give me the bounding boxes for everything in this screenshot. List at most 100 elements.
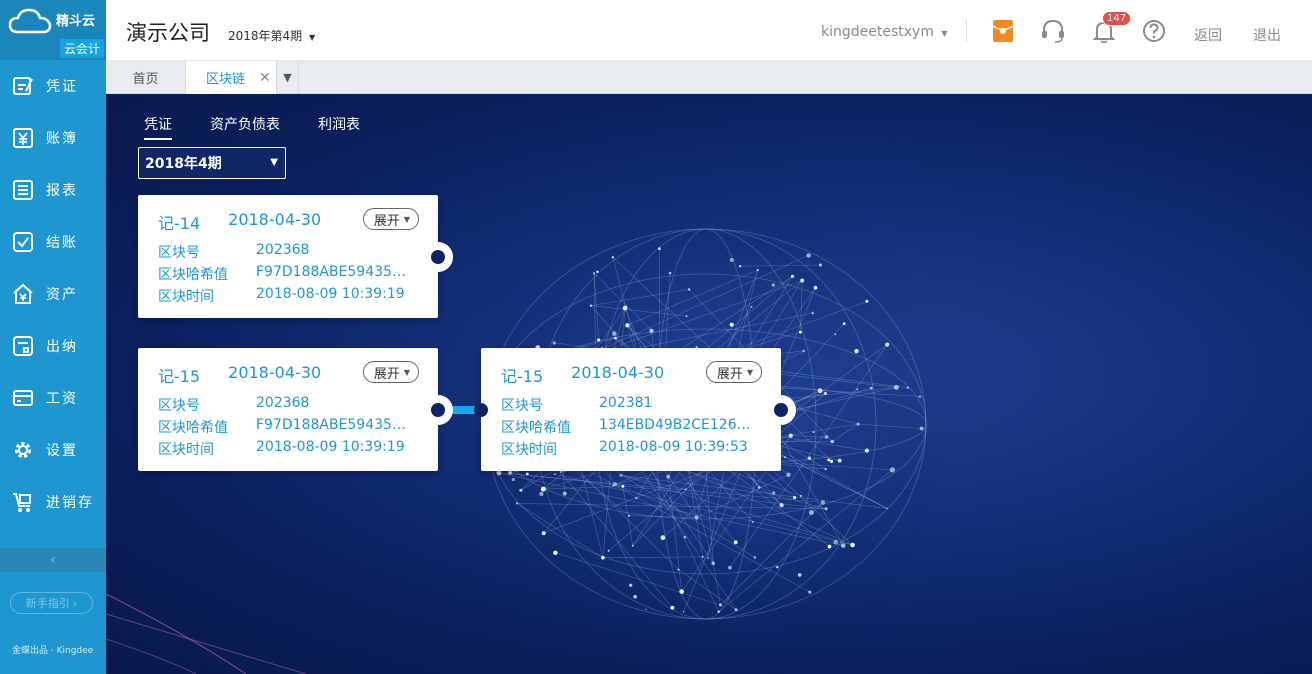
sidebar-item-label: 结账 (46, 235, 78, 251)
block-number: 202368 (256, 242, 310, 258)
sidebar-item-label: 报表 (46, 183, 78, 199)
sidebar-item-ledger[interactable]: 账簿 (0, 112, 106, 164)
field-label: 区块时间 (158, 289, 214, 305)
logo-badge: 云会计 (59, 39, 104, 58)
salary-icon (13, 390, 33, 406)
expand-button[interactable]: 展开 ▼ (705, 361, 762, 383)
sidebar-item-voucher[interactable]: 凭证 (0, 60, 106, 112)
sidebar-item-cashier[interactable]: 出纳 (0, 320, 106, 372)
block-time-row: 区块时间 2018-08-09 10:39:53 (501, 439, 759, 459)
subtab-balance-sheet[interactable]: 资产负债表 (210, 114, 280, 140)
sidebar-item-inventory[interactable]: 进销存 (0, 476, 106, 528)
logo-text: 精斗云 (56, 14, 96, 29)
block-card: 记-15 2018-04-30 展开 ▼ 区块号 202368 区块哈希值 F9… (138, 348, 438, 471)
sidebar-item-report[interactable]: 报表 (0, 164, 106, 216)
voucher-icon (13, 77, 33, 95)
voucher-date: 2018-04-30 (571, 363, 665, 382)
gear-icon (15, 442, 31, 458)
sidebar-item-asset[interactable]: 资产 (0, 268, 106, 320)
period-label: 2018年第4期 (228, 29, 303, 43)
brand-footer: 金蝶出品 · Kingdee (12, 646, 94, 656)
app-logo[interactable]: 精斗云 云会计 (0, 0, 106, 60)
card-header: 记-15 2018-04-30 (501, 363, 664, 387)
chain-node (423, 395, 453, 425)
asset-icon (13, 283, 33, 304)
period-select-value: 2018年4期 (145, 156, 222, 172)
top-header: 演示公司 2018年第4期 ▼ kingdeetestxym ▼ 147 返回 … (106, 0, 1312, 61)
tab-blockchain[interactable]: 区块链 ✕ (185, 61, 277, 94)
field-label: 区块时间 (158, 442, 214, 458)
tab-home[interactable]: 首页 (106, 61, 185, 94)
block-hash-row: 区块哈希值 134EBD49B2CE1260C... (501, 417, 759, 437)
period-dropdown[interactable]: 2018年第4期 ▼ (228, 27, 315, 44)
block-time-row: 区块时间 2018-08-09 10:39:19 (158, 286, 416, 306)
block-hash: F97D188ABE59435D8... (256, 417, 416, 433)
subtab-voucher[interactable]: 凭证 (144, 114, 172, 140)
company-name: 演示公司 (126, 21, 210, 45)
report-icon (13, 180, 33, 200)
voucher-date: 2018-04-30 (228, 363, 322, 382)
block-time: 2018-08-09 10:39:19 (256, 286, 405, 302)
block-number-row: 区块号 202368 (158, 242, 416, 262)
page-tab-bar: 首页 区块链 ✕ ▼ (106, 61, 1312, 94)
block-hash: F97D188ABE59435D8... (256, 264, 416, 280)
expand-button[interactable]: 展开 ▼ (362, 361, 419, 383)
voucher-number: 记-14 (158, 214, 201, 233)
expand-label: 展开 (716, 366, 743, 382)
block-time-row: 区块时间 2018-08-09 10:39:19 (158, 439, 416, 459)
blockchain-canvas: 凭证 资产负债表 利润表 2018年4期 ▼ 记-14 2018-04-30 展… (106, 94, 1312, 674)
field-label: 区块哈希值 (501, 420, 571, 436)
chevron-left-icon: ‹ (50, 552, 56, 568)
field-label: 区块哈希值 (158, 267, 228, 283)
caret-down-icon: ▼ (309, 33, 316, 42)
sidebar-item-label: 账簿 (46, 131, 78, 147)
help-icon[interactable] (1141, 18, 1167, 44)
ledger-icon (13, 128, 33, 148)
cashier-icon (13, 336, 33, 356)
card-header: 记-15 2018-04-30 (158, 363, 321, 387)
caret-down-icon: ▼ (941, 29, 948, 38)
block-hash-row: 区块哈希值 F97D188ABE59435D8... (158, 417, 416, 437)
caret-down-icon: ▼ (746, 367, 753, 377)
logout-link[interactable]: 退出 (1253, 25, 1281, 45)
sidebar-nav: 凭证 账簿 报表 结账 资产 出纳 工资 设置 进销存 (0, 60, 106, 528)
sidebar-item-salary[interactable]: 工资 (0, 372, 106, 424)
sidebar-item-label: 工资 (46, 391, 78, 407)
beginner-guide-button[interactable]: 新手指引 › (10, 592, 93, 614)
block-card: 记-15 2018-04-30 展开 ▼ 区块号 202381 区块哈希值 13… (481, 348, 781, 471)
headset-icon[interactable] (1040, 18, 1066, 44)
chain-node (766, 395, 796, 425)
block-number-row: 区块号 202368 (158, 395, 416, 415)
expand-label: 展开 (373, 366, 400, 382)
sidebar-item-label: 设置 (46, 443, 78, 459)
sidebar-item-settings[interactable]: 设置 (0, 424, 106, 476)
notification-badge: 147 (1102, 11, 1132, 26)
expand-button[interactable]: 展开 ▼ (362, 208, 419, 230)
expand-label: 展开 (373, 213, 400, 229)
field-label: 区块哈希值 (158, 420, 228, 436)
sidebar-item-checkout[interactable]: 结账 (0, 216, 106, 268)
username: kingdeetestxym (821, 24, 934, 40)
tab-more-dropdown[interactable]: ▼ (277, 61, 299, 94)
caret-down-icon: ▼ (270, 157, 278, 168)
period-select[interactable]: 2018年4期 ▼ (138, 147, 286, 179)
caret-down-icon: ▼ (403, 367, 410, 377)
user-menu[interactable]: kingdeetestxym ▼ (821, 24, 948, 40)
red-packet-icon[interactable] (990, 18, 1016, 44)
checkout-icon (13, 232, 33, 252)
block-number-row: 区块号 202381 (501, 395, 759, 415)
caret-down-icon: ▼ (403, 214, 410, 224)
chain-node (423, 242, 453, 272)
sidebar-collapse-button[interactable]: ‹ (0, 548, 106, 572)
block-number: 202381 (599, 395, 653, 411)
field-label: 区块号 (501, 398, 543, 414)
close-icon[interactable]: ✕ (259, 70, 271, 86)
tab-label: 区块链 (206, 72, 246, 87)
subtab-income-statement[interactable]: 利润表 (318, 114, 360, 140)
back-link[interactable]: 返回 (1194, 25, 1222, 45)
field-label: 区块时间 (501, 442, 557, 458)
subtab-bar: 凭证 资产负债表 利润表 (144, 114, 398, 140)
guide-label: 新手指引 (25, 597, 70, 610)
field-label: 区块号 (158, 245, 200, 261)
cloud-logo-icon (8, 8, 52, 34)
